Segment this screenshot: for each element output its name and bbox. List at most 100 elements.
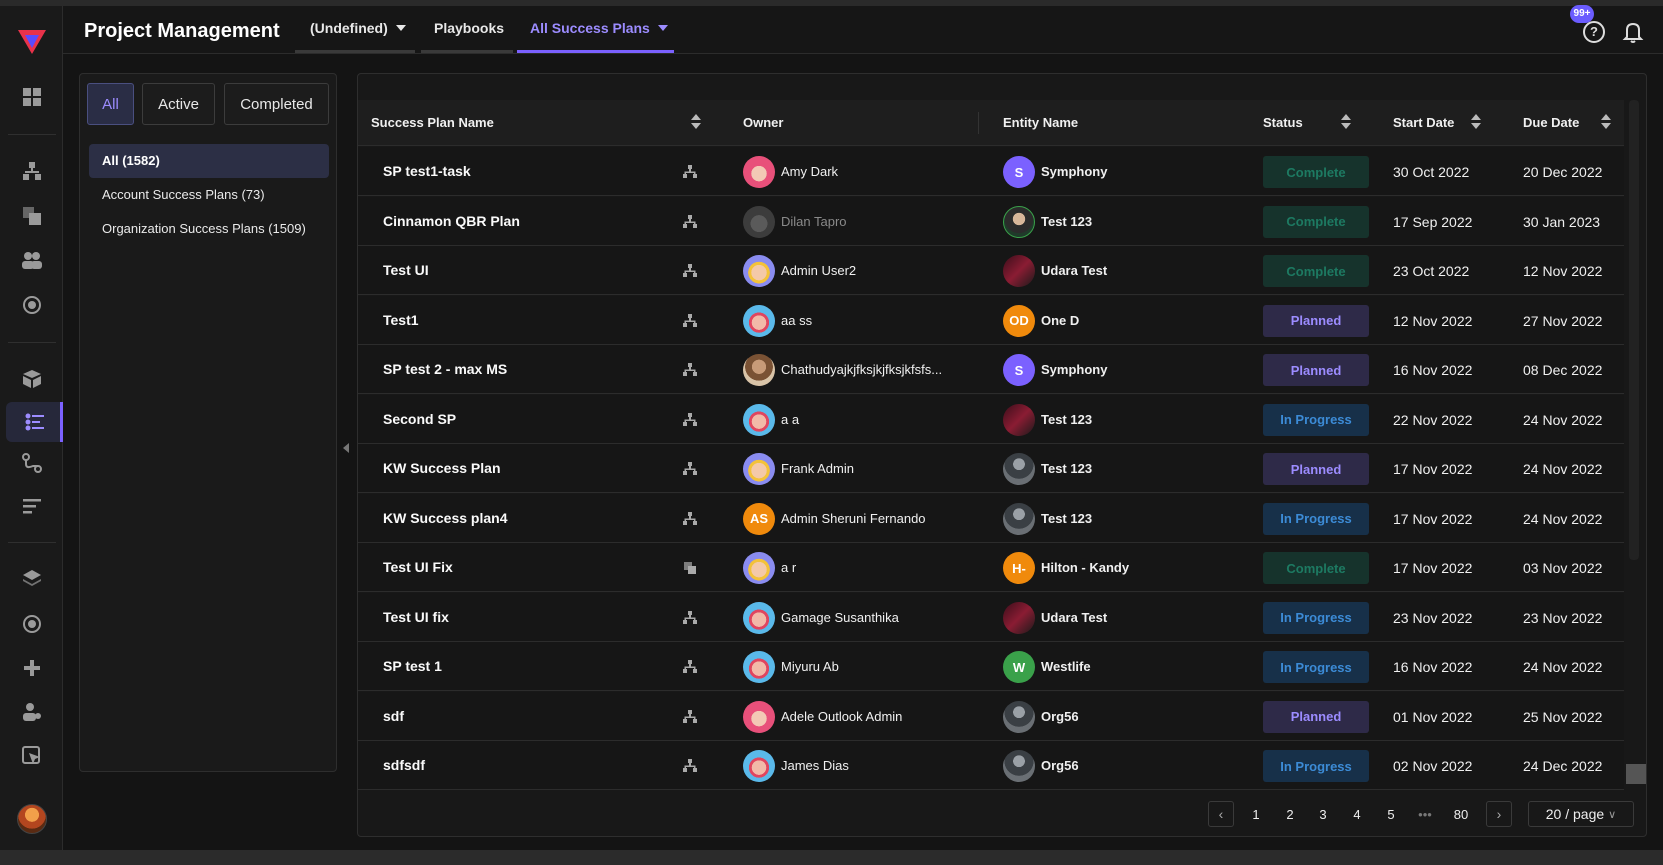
page-last-button[interactable]: 80 [1447, 801, 1475, 827]
settings-circle-icon[interactable] [14, 606, 50, 642]
table-row[interactable]: sdfsdf James Dias Org56 In Progress 02 Nov 2… [358, 741, 1624, 790]
table-row[interactable]: Test1 aa ss OD One D Planned 12 Nov 2022 27 No… [358, 295, 1624, 345]
tab-undefined[interactable]: (Undefined) [310, 20, 406, 36]
target-icon[interactable] [14, 287, 50, 323]
table-row[interactable]: SP test1-task Amy Dark S Symphony Complete 30… [358, 147, 1624, 196]
plan-name[interactable]: Test UI [383, 262, 429, 278]
cube-icon[interactable] [14, 361, 50, 397]
table-row[interactable]: Second SP a a Test 123 In Progress 22 Nov 20… [358, 394, 1624, 444]
tab-playbooks[interactable]: Playbooks [434, 20, 504, 36]
plan-name[interactable]: Test UI fix [383, 609, 449, 625]
filter-active-button[interactable]: Active [142, 83, 215, 125]
reports-icon[interactable] [14, 488, 50, 524]
hierarchy-icon[interactable] [683, 462, 697, 476]
layers-icon[interactable] [14, 198, 50, 234]
sort-icon[interactable] [1341, 112, 1351, 132]
entity-name[interactable]: Org56 [1041, 709, 1079, 724]
plan-name[interactable]: SP test 2 - max MS [383, 361, 507, 377]
dashboard-icon[interactable] [14, 79, 50, 115]
hierarchy-icon[interactable] [683, 709, 697, 724]
entity-name[interactable]: Udara Test [1041, 263, 1107, 278]
sort-icon[interactable] [1471, 112, 1481, 132]
table-row[interactable]: Test UI fix Gamage Susanthika Udara Test In… [358, 592, 1624, 642]
entity-name[interactable]: Westlife [1041, 659, 1091, 674]
prev-page-button[interactable]: ‹ [1208, 801, 1234, 827]
hierarchy-icon[interactable] [683, 264, 697, 278]
help-icon[interactable]: ? [1583, 21, 1605, 43]
plan-name[interactable]: Test1 [383, 312, 419, 328]
hierarchy-icon[interactable] [683, 214, 697, 229]
workflow-icon[interactable] [14, 445, 50, 481]
entity-name[interactable]: One D [1041, 313, 1079, 328]
filter-item-organization-plans[interactable]: Organization Success Plans (1509) [89, 217, 329, 241]
table-row[interactable]: Test UI Fix a r H- Hilton - Kandy Complete 17… [358, 543, 1624, 592]
table-row[interactable]: sdf Adele Outlook Admin Org56 Planned 01 Nov… [358, 691, 1624, 741]
stack-icon[interactable] [14, 561, 50, 597]
entity-name[interactable]: Test 123 [1041, 461, 1092, 476]
plan-name[interactable]: SP test 1 [383, 658, 442, 674]
table-row[interactable]: SP test 2 - max MS Chathudyajkjfksjkjfksj… [358, 345, 1624, 394]
hierarchy-icon[interactable] [14, 153, 50, 189]
pointer-icon[interactable] [14, 738, 50, 774]
page-5-button[interactable]: 5 [1380, 801, 1402, 827]
table-row[interactable]: Test UI Admin User2 Udara Test Complete 23 O… [358, 246, 1624, 295]
user-settings-icon[interactable] [14, 694, 50, 730]
plan-name[interactable]: sdf [383, 708, 404, 724]
page-size-select[interactable]: 20 / page ∨ [1528, 801, 1634, 827]
column-header-name[interactable]: Success Plan Name [371, 115, 494, 130]
hierarchy-icon[interactable] [683, 165, 697, 179]
page-1-button[interactable]: 1 [1245, 801, 1267, 827]
table-row[interactable]: Cinnamon QBR Plan Dilan Tapro Test 123 Comp… [358, 196, 1624, 246]
page-4-button[interactable]: 4 [1346, 801, 1368, 827]
table-row[interactable]: SP test 1 Miyuru Ab W Westlife In Progress 16… [358, 642, 1624, 691]
hierarchy-icon[interactable] [683, 412, 697, 427]
entity-name[interactable]: Udara Test [1041, 610, 1107, 625]
table-row[interactable]: KW Success plan4 AS Admin Sheruni Fernando… [358, 493, 1624, 543]
hierarchy-icon[interactable] [683, 660, 697, 674]
plan-name[interactable]: Cinnamon QBR Plan [383, 213, 520, 229]
hierarchy-icon[interactable] [683, 313, 697, 328]
column-header-status[interactable]: Status [1263, 115, 1303, 130]
hierarchy-icon[interactable] [683, 759, 697, 773]
filter-all-button[interactable]: All [87, 83, 134, 125]
plus-icon[interactable] [14, 650, 50, 686]
bell-icon[interactable] [1621, 20, 1645, 44]
entity-name[interactable]: Test 123 [1041, 214, 1092, 229]
sort-icon[interactable] [1601, 112, 1611, 132]
hierarchy-icon[interactable] [683, 511, 697, 526]
entity-name[interactable]: Symphony [1041, 362, 1107, 377]
plan-name[interactable]: sdfsdf [383, 757, 425, 773]
column-header-start-date[interactable]: Start Date [1393, 115, 1454, 130]
users-icon[interactable] [14, 242, 50, 278]
filter-item-all[interactable]: All (1582) [89, 144, 329, 178]
plan-name[interactable]: Second SP [383, 411, 456, 427]
scrollbar-thumb[interactable] [1626, 764, 1646, 784]
hierarchy-icon[interactable] [683, 363, 697, 377]
entity-name[interactable]: Hilton - Kandy [1041, 560, 1129, 575]
entity-name[interactable]: Org56 [1041, 758, 1079, 773]
entity-name[interactable]: Test 123 [1041, 412, 1092, 427]
page-2-button[interactable]: 2 [1279, 801, 1301, 827]
plan-name[interactable]: KW Success Plan [383, 460, 501, 476]
hierarchy-icon[interactable] [683, 610, 697, 625]
filter-item-account-plans[interactable]: Account Success Plans (73) [89, 183, 329, 207]
success-plans-icon[interactable] [6, 402, 63, 442]
pagination-ellipsis[interactable]: ••• [1410, 801, 1440, 827]
logo-icon[interactable] [16, 26, 48, 58]
sort-icon[interactable] [691, 112, 701, 132]
plan-name[interactable]: Test UI Fix [383, 559, 453, 575]
tab-all-success-plans[interactable]: All Success Plans [530, 20, 668, 36]
table-row[interactable]: KW Success Plan Frank Admin Test 123 Planne… [358, 444, 1624, 493]
scrollbar-track[interactable] [1629, 100, 1639, 560]
entity-name[interactable]: Symphony [1041, 164, 1107, 179]
plan-name[interactable]: SP test1-task [383, 163, 471, 179]
collapse-panel-icon[interactable] [343, 443, 349, 453]
plan-name[interactable]: KW Success plan4 [383, 510, 508, 526]
entity-name[interactable]: Test 123 [1041, 511, 1092, 526]
copy-icon[interactable] [683, 561, 697, 575]
filter-completed-button[interactable]: Completed [224, 83, 329, 125]
next-page-button[interactable]: › [1486, 801, 1512, 827]
column-header-due-date[interactable]: Due Date [1523, 115, 1579, 130]
user-avatar[interactable] [17, 804, 47, 834]
page-3-button[interactable]: 3 [1312, 801, 1334, 827]
